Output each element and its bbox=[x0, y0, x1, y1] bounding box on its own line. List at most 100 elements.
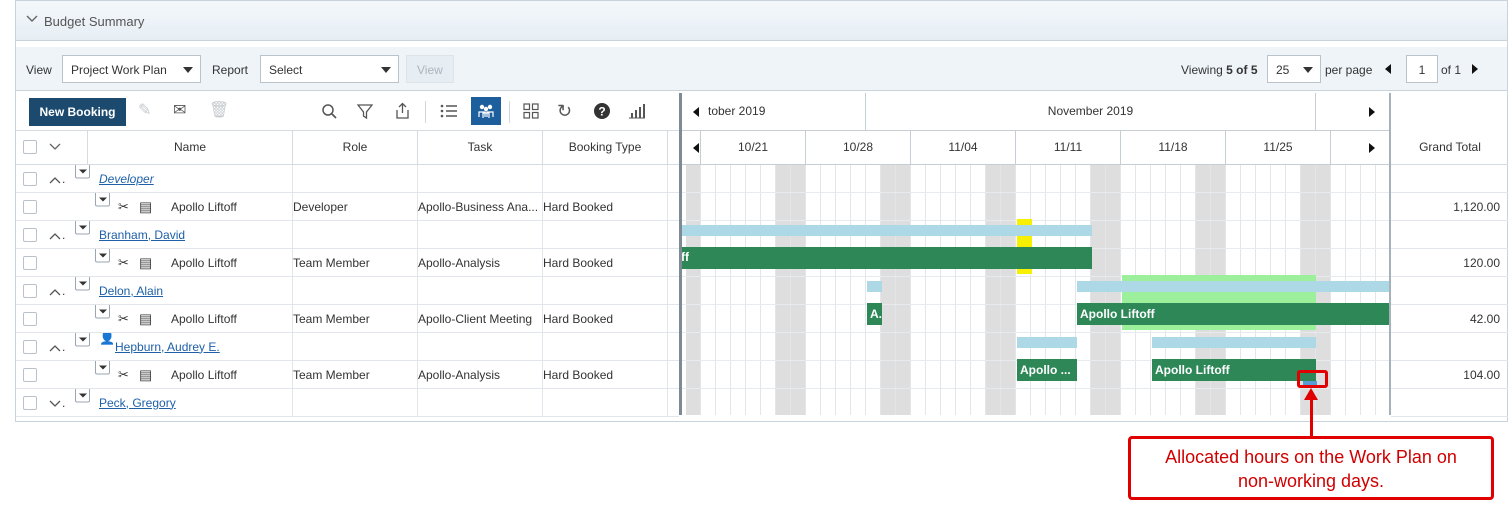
day-column bbox=[701, 165, 716, 415]
allocation-bar-hepburn-1[interactable] bbox=[1017, 337, 1077, 348]
name-column-header[interactable]: Name bbox=[88, 131, 293, 165]
row-menu-button[interactable] bbox=[75, 333, 90, 347]
tools-icon[interactable]: ✂ bbox=[118, 311, 129, 327]
next-month-icon[interactable] bbox=[1369, 107, 1375, 117]
booking-row[interactable]: ✂ ▤ Apollo Liftoff Team Member Apollo-Analys… bbox=[16, 361, 679, 389]
tools-icon[interactable]: ✂ bbox=[118, 199, 129, 215]
booking-bar-hepburn-1[interactable]: Apollo ... bbox=[1017, 359, 1077, 381]
booking-bar-delon-1[interactable]: A. bbox=[867, 303, 882, 325]
booking-type-column-header[interactable]: Booking Type bbox=[543, 131, 668, 165]
export-icon[interactable] bbox=[394, 102, 411, 120]
row-checkbox[interactable] bbox=[23, 312, 37, 326]
booking-row[interactable]: ✂ ▤ Apollo Liftoff Developer Apollo-Business… bbox=[16, 193, 679, 221]
task-cell bbox=[418, 221, 543, 248]
next-week-icon[interactable] bbox=[1369, 143, 1375, 153]
report-select[interactable]: Select bbox=[260, 55, 399, 83]
delete-icon[interactable]: 🗑 bbox=[209, 103, 229, 119]
group-row[interactable]: . Peck, Gregory bbox=[16, 389, 679, 417]
resource-link[interactable]: Delon, Alain bbox=[99, 284, 163, 298]
group-row[interactable]: . Delon, Alain bbox=[16, 277, 679, 305]
booking-bar-delon-2[interactable]: Apollo Liftoff bbox=[1077, 303, 1389, 325]
role-cell: Developer bbox=[293, 193, 418, 220]
row-menu-button[interactable] bbox=[75, 221, 90, 235]
row-checkbox[interactable] bbox=[23, 396, 37, 410]
row-checkbox[interactable] bbox=[23, 340, 37, 354]
page-size-select[interactable]: 25 bbox=[1267, 55, 1321, 83]
row-menu-button[interactable] bbox=[75, 165, 90, 179]
resource-link[interactable]: Hepburn, Audrey E. bbox=[115, 340, 220, 354]
refresh-icon[interactable]: ↻ bbox=[557, 102, 572, 120]
row-menu-button[interactable] bbox=[95, 193, 110, 207]
month-label: November 2019 bbox=[1047, 104, 1134, 118]
panel-header[interactable]: Budget Summary bbox=[16, 1, 1507, 41]
view-select[interactable]: Project Work Plan bbox=[62, 55, 201, 83]
allocation-bar-hepburn-2[interactable] bbox=[1152, 337, 1316, 348]
svg-text:?: ? bbox=[598, 105, 605, 119]
month-cell: November 2019 bbox=[866, 93, 1316, 130]
task-cell: Apollo-Business Ana... bbox=[418, 193, 543, 220]
group-row[interactable]: . Branham, David bbox=[16, 221, 679, 249]
row-checkbox[interactable] bbox=[23, 284, 37, 298]
role-cell bbox=[293, 389, 418, 416]
previous-month-icon[interactable] bbox=[693, 107, 699, 117]
row-checkbox[interactable] bbox=[23, 256, 37, 270]
row-checkbox[interactable] bbox=[23, 172, 37, 186]
resource-link[interactable]: Branham, David bbox=[99, 228, 185, 242]
allocation-bar-delon-2[interactable] bbox=[1077, 281, 1389, 292]
chevron-up-icon[interactable] bbox=[49, 288, 61, 296]
row-menu-button[interactable] bbox=[75, 277, 90, 291]
new-booking-button[interactable]: New Booking bbox=[29, 98, 126, 126]
tools-icon[interactable]: ✂ bbox=[118, 367, 129, 383]
notes-icon[interactable]: ▤ bbox=[139, 254, 152, 271]
day-column bbox=[911, 165, 926, 415]
row-menu-button[interactable] bbox=[95, 305, 110, 319]
chart-icon[interactable] bbox=[628, 103, 646, 119]
search-icon[interactable] bbox=[321, 103, 338, 120]
resource-link[interactable]: Developer bbox=[99, 172, 154, 186]
row-menu-button[interactable] bbox=[95, 361, 110, 375]
group-row[interactable]: . Developer bbox=[16, 165, 679, 193]
row-menu-button[interactable] bbox=[75, 389, 90, 403]
grid-icon[interactable] bbox=[523, 103, 539, 119]
chevron-up-icon[interactable] bbox=[49, 232, 61, 240]
previous-page-icon[interactable] bbox=[1385, 64, 1391, 74]
view-button[interactable]: View bbox=[406, 55, 454, 83]
weekend-column bbox=[881, 165, 896, 415]
allocation-bar-delon-1[interactable] bbox=[867, 281, 882, 292]
notes-icon[interactable]: ▤ bbox=[139, 366, 152, 383]
resource-link[interactable]: Peck, Gregory bbox=[99, 396, 176, 410]
task-column-header[interactable]: Task bbox=[418, 131, 543, 165]
chevron-down-icon[interactable] bbox=[49, 143, 61, 151]
select-all-checkbox[interactable] bbox=[23, 140, 37, 154]
edit-icon[interactable]: ✎ bbox=[138, 103, 151, 119]
filter-icon[interactable] bbox=[357, 103, 373, 120]
notes-icon[interactable]: ▤ bbox=[139, 198, 152, 215]
group-row[interactable]: . 👤 Hepburn, Audrey E. bbox=[16, 333, 679, 361]
allocation-bar-branham[interactable] bbox=[679, 225, 1092, 236]
booking-bar-branham[interactable]: ff bbox=[679, 247, 1092, 269]
role-column-header[interactable]: Role bbox=[293, 131, 418, 165]
page-number-input[interactable]: 1 bbox=[1406, 55, 1438, 83]
booking-row[interactable]: ✂ ▤ Apollo Liftoff Team Member Apollo-Client… bbox=[16, 305, 679, 333]
task-cell bbox=[418, 165, 543, 192]
week-nav-cell bbox=[1331, 131, 1389, 164]
row-checkbox[interactable] bbox=[23, 228, 37, 242]
tools-icon[interactable]: ✂ bbox=[118, 255, 129, 271]
chevron-down-icon[interactable] bbox=[49, 400, 61, 408]
help-icon[interactable]: ? bbox=[593, 102, 611, 120]
chevron-down-icon[interactable] bbox=[26, 15, 38, 23]
booking-row[interactable]: ✂ ▤ Apollo Liftoff Team Member Apollo-Analys… bbox=[16, 249, 679, 277]
row-menu-button[interactable] bbox=[95, 249, 110, 263]
notes-icon[interactable]: ▤ bbox=[139, 310, 152, 327]
people-view-icon[interactable] bbox=[471, 97, 501, 125]
chevron-up-icon[interactable] bbox=[49, 176, 61, 184]
row-checkbox[interactable] bbox=[23, 368, 37, 382]
gantt-splitter[interactable] bbox=[679, 93, 682, 415]
email-icon[interactable]: ✉ bbox=[173, 103, 186, 119]
chevron-up-icon[interactable] bbox=[49, 344, 61, 352]
row-checkbox[interactable] bbox=[23, 200, 37, 214]
list-icon[interactable] bbox=[440, 103, 458, 119]
previous-week-icon[interactable] bbox=[693, 143, 699, 153]
booking-bar-hepburn-2[interactable]: Apollo Liftoff bbox=[1152, 359, 1316, 381]
next-page-icon[interactable] bbox=[1472, 64, 1478, 74]
